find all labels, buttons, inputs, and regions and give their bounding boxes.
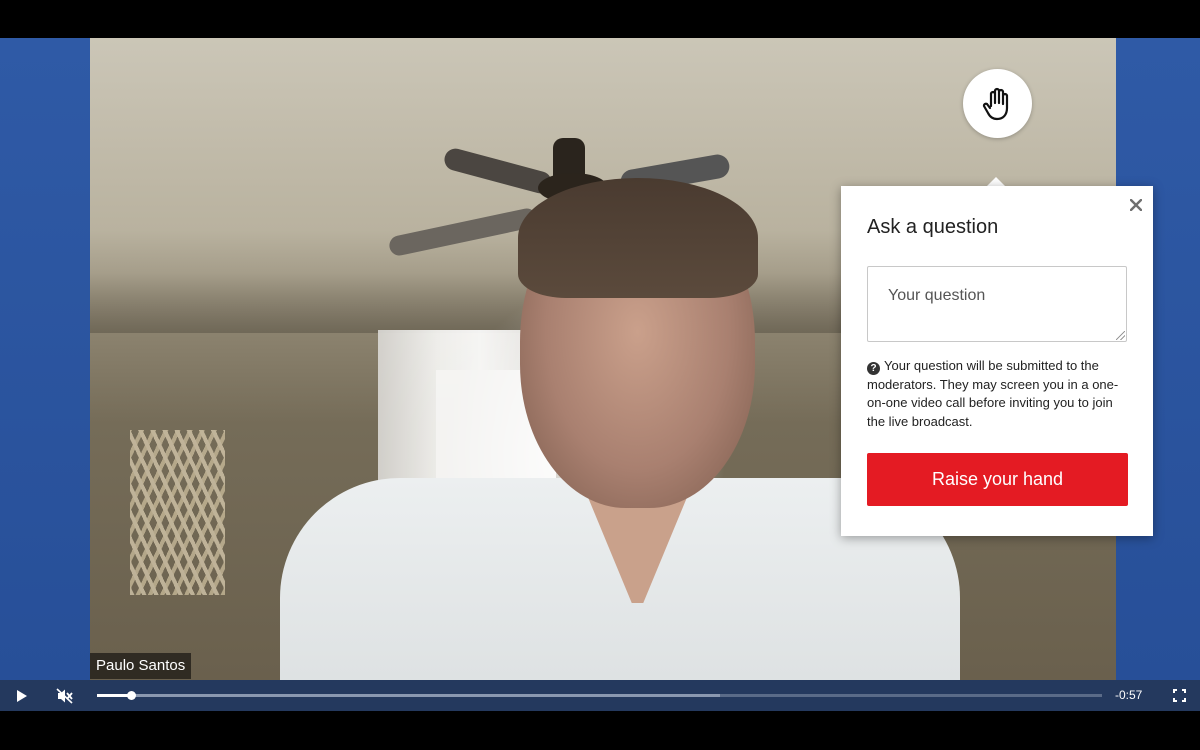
question-input[interactable] — [867, 266, 1127, 342]
player-controls: -0:57 — [0, 680, 1200, 711]
popover-title: Ask a question — [867, 216, 999, 238]
help-text: ? Your question will be submitted to the … — [867, 357, 1132, 431]
mute-button[interactable] — [52, 680, 78, 711]
wall-hanging — [130, 430, 225, 595]
seek-buffered — [97, 694, 721, 697]
speaker-name-tag: Paulo Santos — [90, 653, 192, 679]
fullscreen-button[interactable] — [1170, 680, 1188, 711]
raise-hand-button[interactable] — [963, 69, 1032, 138]
play-icon — [17, 689, 27, 702]
help-text-content: Your question will be submitted to the m… — [867, 358, 1119, 429]
close-icon — [1130, 199, 1142, 211]
raise-your-hand-button[interactable]: Raise your hand — [867, 453, 1128, 506]
ask-question-popover: Ask a question ?Your question will be su… — [841, 186, 1153, 536]
close-button[interactable] — [1125, 194, 1147, 216]
seek-handle[interactable] — [126, 691, 136, 700]
muted-speaker-icon — [56, 687, 73, 704]
resize-handle[interactable] — [1116, 331, 1125, 340]
bottom-letterbox — [0, 711, 1200, 750]
fullscreen-icon — [1172, 689, 1186, 702]
play-button[interactable] — [12, 680, 32, 711]
hand-icon — [982, 87, 1008, 120]
time-remaining: -0:57 — [1115, 688, 1143, 702]
top-letterbox — [0, 0, 1200, 38]
question-circle-icon: ? — [867, 362, 880, 375]
